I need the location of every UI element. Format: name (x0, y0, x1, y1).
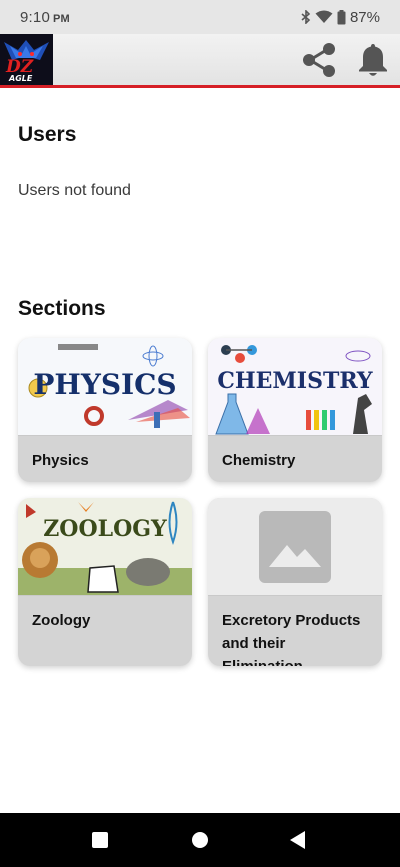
chemistry-thumbnail-title: CHEMISTRY (217, 368, 373, 394)
recents-button[interactable] (70, 813, 130, 867)
battery-icon (337, 9, 346, 25)
share-button[interactable] (298, 40, 340, 80)
section-card-label: Excretory Products and their Elimination (222, 612, 361, 666)
bluetooth-icon (301, 10, 311, 24)
section-card-physics[interactable]: PHYSICS Physics (18, 338, 192, 482)
clock-ampm: PM (53, 12, 70, 25)
chemistry-thumbnail: CHEMISTRY (208, 338, 382, 436)
physics-thumbnail: PHYSICS (18, 338, 192, 436)
circle-icon (192, 832, 208, 848)
system-nav-bar (0, 813, 400, 867)
triangle-back-icon (290, 831, 305, 849)
app-logo[interactable]: DZ AGLE (0, 34, 53, 85)
clock-text: 9:10 (20, 8, 50, 26)
section-card-chemistry[interactable]: CHEMISTRY Chemistry (208, 338, 382, 482)
users-heading: Users (18, 123, 77, 146)
zoology-illustration-icon (18, 498, 192, 595)
image-placeholder-icon (259, 510, 331, 583)
status-icons: 87% (301, 9, 380, 26)
status-bar: 9:10 PM 87% (0, 0, 400, 34)
back-button[interactable] (268, 813, 328, 867)
physics-thumbnail-title: PHYSICS (33, 368, 177, 401)
wifi-icon (315, 10, 333, 24)
home-button[interactable] (170, 813, 230, 867)
zoology-thumbnail-title: ZOOLOGY (43, 516, 167, 542)
eagle-logo-icon: DZ AGLE (0, 34, 53, 85)
section-card-label: Chemistry (222, 452, 296, 469)
bell-icon (359, 44, 387, 76)
section-card-label: Zoology (32, 612, 91, 629)
notifications-button[interactable] (352, 40, 394, 80)
section-card-label: Physics (32, 452, 89, 469)
users-empty-message: Users not found (18, 182, 131, 199)
battery-percent: 87% (349, 8, 380, 26)
placeholder-thumbnail (208, 498, 382, 596)
section-card-excretory[interactable]: Excretory Products and their Elimination (208, 498, 382, 666)
section-card-zoology[interactable]: ZOOLOGY Zoology (18, 498, 192, 666)
share-icon (303, 43, 335, 77)
sections-heading: Sections (18, 297, 106, 320)
svg-text:AGLE: AGLE (8, 74, 33, 83)
square-icon (92, 832, 108, 848)
status-time: 9:10 PM (20, 9, 70, 26)
zoology-thumbnail: ZOOLOGY (18, 498, 192, 596)
app-bar: DZ AGLE (0, 34, 400, 88)
